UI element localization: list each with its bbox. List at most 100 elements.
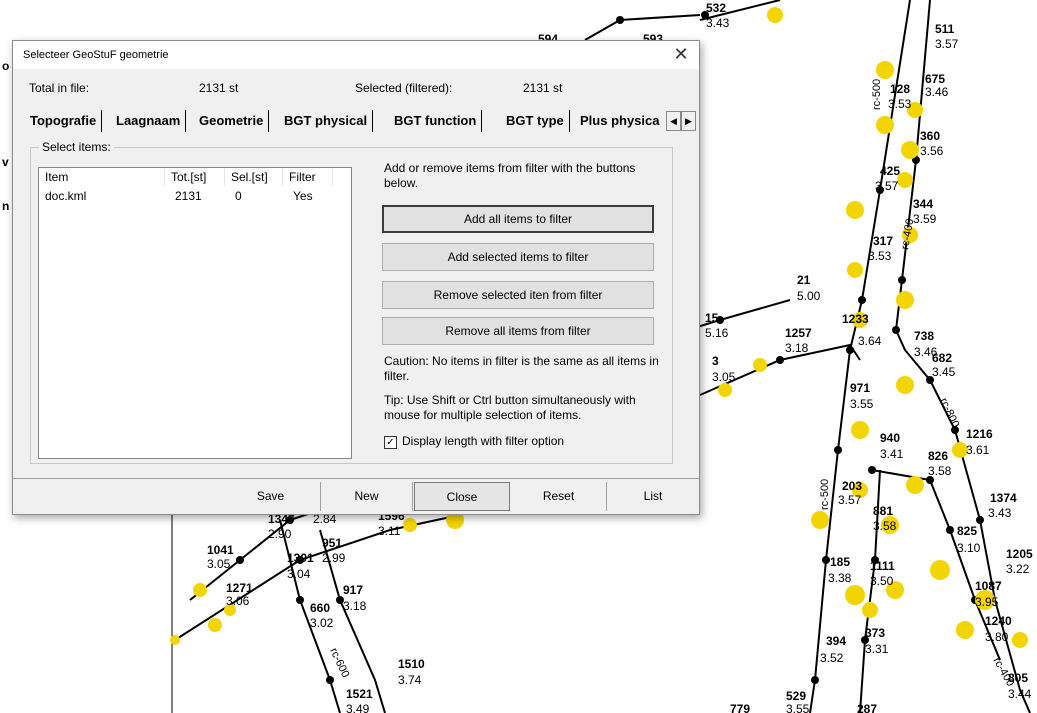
map-node-value: 2.90 [268,527,292,541]
column-header-sel[interactable]: Sel.[st] [225,168,283,186]
map-node-label: 1233 [842,312,869,326]
map-node-value: 3.10 [957,541,981,555]
tab-scroll-left-icon[interactable]: ◀ [666,111,681,131]
map-node-label: 203 [842,479,862,493]
map-node-value: 3.18 [785,341,809,355]
remove-all-items-button[interactable]: Remove all items from filter [382,317,654,345]
map-node-value: 3.57 [838,493,862,507]
list-button[interactable]: List [607,482,699,511]
map-node-label: 394 [826,634,846,648]
map-node-value: 3.53 [888,97,912,111]
save-button[interactable]: Save [221,482,321,511]
map-node-label: 360 [920,129,940,143]
map-node-label: 738 [914,329,934,343]
reset-button[interactable]: Reset [511,482,607,511]
add-selected-items-button[interactable]: Add selected items to filter [382,243,654,271]
tab-laagnaam[interactable]: Laagnaam [111,110,187,132]
map-node-label: 425 [880,164,900,178]
list-item-tot: 2131 [175,189,202,203]
map-node-label: 675 [925,72,945,86]
map-node-value: 3.18 [343,599,367,613]
map-node-label: 1271 [226,581,253,595]
map-partial-text: o [2,59,9,73]
map-node-value: 3.44 [1008,687,1032,701]
list-item[interactable]: doc.kml 2131 0 Yes [39,187,351,205]
map-node-value: 3.58 [873,519,897,533]
map-node-label: 1087 [975,579,1002,593]
map-node-value: 3.80 [985,630,1009,644]
geostuf-dialog: Selecteer GeoStuF geometrie ✕ Total in f… [12,40,700,515]
map-node-value: 3.31 [865,642,889,656]
map-partial-text: v [2,155,9,169]
new-button[interactable]: New [321,482,413,511]
caution-text: Caution: No items in filter is the same … [384,354,659,383]
map-node-value: 3.55 [850,397,874,411]
map-node-value: 3.64 [858,334,882,348]
map-node-label: 1216 [966,427,993,441]
column-header-item[interactable]: Item [39,168,165,186]
map-node-label: 779 [730,702,750,713]
map-node-label: 1111 [870,559,895,573]
map-node-label: 1041 [207,543,234,557]
column-header-filter[interactable]: Filter [283,168,333,186]
map-node-label: 971 [850,381,870,395]
map-node-value: 3.38 [828,571,852,585]
tab-geometrie[interactable]: Geometrie [194,110,270,132]
map-node-label: 1240 [985,614,1012,628]
map-node-value: 3.04 [287,567,311,581]
map-node-value: 3.02 [310,616,334,630]
display-length-label[interactable]: Display length with filter option [402,434,564,448]
map-node-label: 1521 [346,687,373,701]
tab-bgt-function[interactable]: BGT function [389,110,483,132]
map-node-label: 951 [322,536,342,550]
map-node-label: 1374 [990,491,1017,505]
tab-strip: Topografie Laagnaam Geometrie BGT physic… [25,109,696,133]
map-node-value: 3.61 [966,443,990,457]
add-all-items-button[interactable]: Add all items to filter [382,205,654,233]
tip-text: Tip: Use Shift or Ctrl button simultaneo… [384,393,636,422]
map-node-value: 3.56 [920,144,944,158]
pipe-label: rc-500 [871,79,883,110]
close-button[interactable]: Close [414,482,510,511]
list-item-name: doc.kml [45,189,87,203]
tab-topografie[interactable]: Topografie [25,110,103,132]
map-node-label: 881 [873,504,893,518]
map-node-value: 3.41 [880,447,904,461]
map-node-label: 529 [786,689,806,703]
map-node-value: 3.55 [786,702,810,713]
column-header-tot[interactable]: Tot.[st] [165,168,225,186]
map-node-value: 2.99 [322,551,346,565]
map-node-value: 3.49 [346,702,370,713]
tab-plus-physical[interactable]: Plus physica [575,110,675,132]
map-node-label: 826 [928,449,948,463]
remove-selected-item-button[interactable]: Remove selected iten from filter [382,281,654,309]
items-listview[interactable]: Item Tot.[st] Sel.[st] Filter doc.kml 21… [38,167,352,459]
map-node-label: 917 [343,583,363,597]
display-length-checkbox[interactable]: ✓ [384,436,397,449]
selected-value: 2131 st [523,81,563,95]
list-item-sel: 0 [235,189,242,203]
total-value: 2131 st [199,81,239,95]
map-node-label: 185 [830,555,850,569]
map-node-value: 3.46 [925,85,949,99]
map-node-value: 3.05 [712,370,736,384]
map-node-label: 15 [705,311,719,325]
map-node-value: 3.95 [975,595,999,609]
tab-scroll-right-icon[interactable]: ▶ [681,111,696,131]
map-node-label: 21 [797,273,811,287]
help-text: Add or remove items from filter with the… [384,161,636,190]
listview-header: Item Tot.[st] Sel.[st] Filter [39,168,351,186]
map-node-value: 3.43 [706,16,730,30]
tab-bgt-type[interactable]: BGT type [501,110,570,132]
pipe-label: rc-500 [819,479,831,510]
map-node-value: 3.43 [988,506,1012,520]
tab-bgt-physical[interactable]: BGT physical [279,110,374,132]
map-node-label: 940 [880,431,900,445]
close-icon[interactable]: ✕ [669,43,693,65]
map-node-label: 660 [310,601,330,615]
list-item-filter: Yes [293,189,313,203]
map-node-value: 3.53 [868,249,892,263]
dialog-titlebar: Selecteer GeoStuF geometrie ✕ [13,41,699,69]
map-node-value: 3.74 [398,673,422,687]
pipe-label: rc-800 [937,396,961,429]
